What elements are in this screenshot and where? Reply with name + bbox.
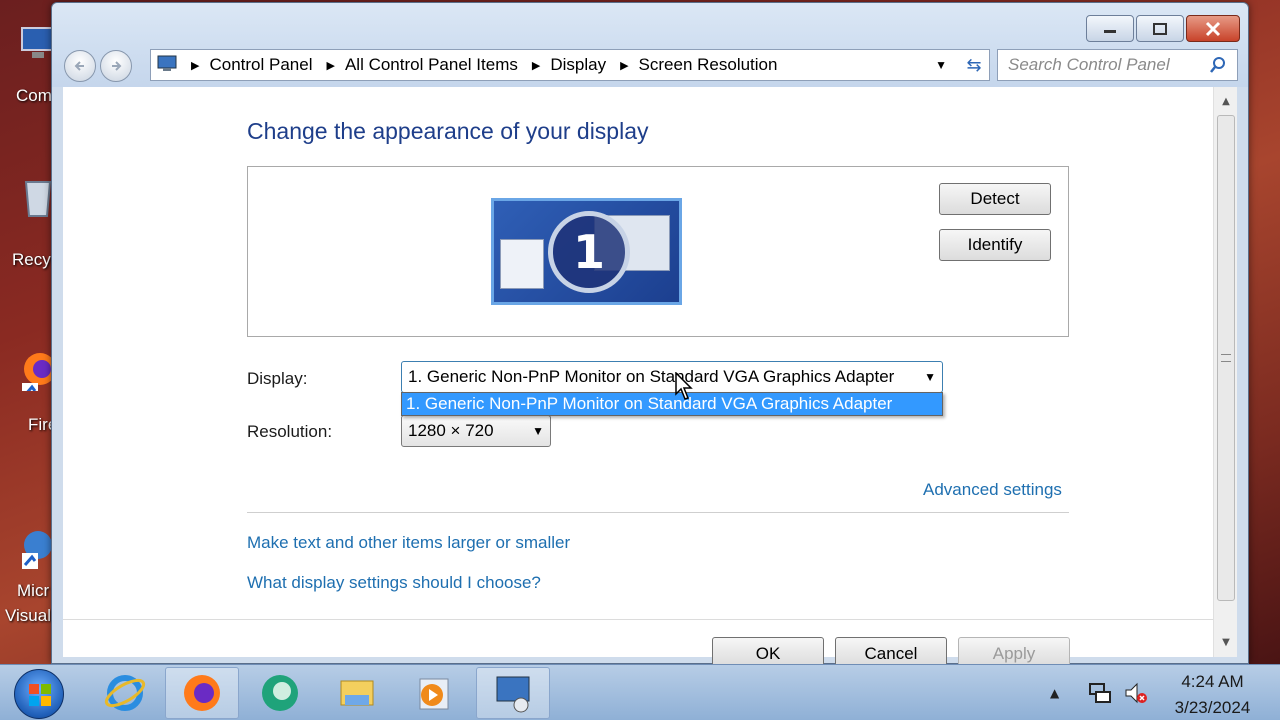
content-pane: Change the appearance of your display 1 … (63, 87, 1213, 667)
screen-resolution-window: ▶ Control Panel ▶ All Control Panel Items … (51, 2, 1249, 667)
desktop-icon-label: Micr (17, 581, 50, 600)
minimize-button[interactable] (1086, 15, 1134, 42)
cancel-button[interactable]: Cancel (835, 637, 947, 667)
network-icon (1089, 683, 1111, 703)
vertical-scrollbar[interactable]: ▲ ▼ (1213, 87, 1237, 657)
scroll-down-icon[interactable]: ▼ (1214, 630, 1238, 654)
start-button[interactable] (14, 669, 64, 719)
volume-muted-icon (1125, 682, 1147, 704)
desktop-icon-label: Com (16, 86, 52, 105)
taskbar-firefox[interactable] (165, 667, 239, 719)
taskbar-internet-explorer[interactable] (88, 667, 162, 719)
edge-icon (262, 675, 298, 711)
monitor-preview-panel: 1 Detect Identify (247, 166, 1069, 337)
show-hidden-icons-button[interactable]: ▲ (1050, 665, 1059, 720)
taskbar: ▲ 4:24 AM 3/23/2024 (0, 664, 1280, 720)
chevron-down-icon: ▼ (924, 370, 936, 384)
address-dropdown-icon[interactable]: ▼ (935, 58, 947, 72)
detect-button[interactable]: Detect (939, 183, 1051, 215)
chevron-up-icon: ▲ (1050, 686, 1060, 700)
breadcrumb-item-all-items[interactable]: ▶ All Control Panel Items (312, 55, 517, 75)
windows-logo-icon (29, 684, 51, 706)
scroll-thumb[interactable] (1217, 115, 1235, 601)
grip-icon (1221, 354, 1231, 362)
internet-explorer-icon (104, 675, 146, 711)
taskbar-edge[interactable] (243, 667, 317, 719)
volume-tray-button[interactable] (1124, 665, 1148, 720)
breadcrumb-item-screen-resolution[interactable]: ▶ Screen Resolution (606, 55, 777, 75)
minimize-icon (1104, 29, 1116, 33)
clock-time: 4:24 AM (1181, 672, 1244, 691)
breadcrumb-arrow-icon: ▶ (620, 59, 629, 72)
chevron-down-icon: ▼ (532, 424, 544, 438)
display-select[interactable]: 1. Generic Non-PnP Monitor on Standard V… (401, 361, 943, 393)
taskbar-media-player[interactable] (397, 667, 471, 719)
ok-button[interactable]: OK (712, 637, 824, 667)
refresh-button[interactable]: ⇆ (958, 50, 990, 80)
divider (63, 619, 1213, 620)
display-help-link[interactable]: What display settings should I choose? (247, 573, 541, 593)
desktop-icon-label: Recy (12, 250, 51, 269)
identify-button[interactable]: Identify (939, 229, 1051, 261)
back-button[interactable] (64, 50, 96, 82)
back-arrow-icon (74, 61, 84, 71)
display-option[interactable]: 1. Generic Non-PnP Monitor on Standard V… (402, 393, 942, 415)
breadcrumb-item-control-panel[interactable]: ▶ Control Panel (177, 55, 312, 75)
display-label: Display: (247, 369, 308, 388)
close-button[interactable] (1186, 15, 1240, 42)
maximize-button[interactable] (1136, 15, 1184, 42)
monitor-window-graphic (500, 239, 544, 289)
apply-button[interactable]: Apply (958, 637, 1070, 667)
taskbar-file-explorer[interactable] (320, 667, 394, 719)
system-clock[interactable]: 4:24 AM 3/23/2024 (1160, 669, 1265, 720)
desktop-icon-label-line2: Visual (5, 606, 51, 625)
close-icon (1205, 21, 1221, 36)
monitor-number: 1 (548, 211, 630, 293)
clock-date: 3/23/2024 (1174, 698, 1251, 717)
breadcrumb-arrow-icon: ▶ (531, 59, 541, 72)
resolution-label: Resolution: (247, 422, 333, 441)
page-title: Change the appearance of your display (247, 118, 649, 144)
mouse-cursor-icon (675, 372, 693, 400)
advanced-settings-link[interactable]: Advanced settings (923, 480, 1062, 500)
refresh-icon: ⇆ (966, 54, 982, 76)
media-player-icon (419, 678, 449, 710)
forward-arrow-icon (112, 61, 122, 71)
address-bar[interactable]: ▶ Control Panel ▶ All Control Panel Items … (150, 49, 990, 81)
text-size-link[interactable]: Make text and other items larger or smal… (247, 533, 570, 553)
control-panel-icon (496, 676, 530, 713)
monitor-1-thumbnail[interactable]: 1 (491, 198, 682, 305)
control-panel-icon (157, 54, 177, 77)
taskbar-control-panel[interactable] (476, 667, 550, 719)
search-input[interactable]: Search Control Panel (997, 49, 1238, 81)
divider (247, 512, 1069, 513)
breadcrumb-arrow-icon: ▶ (326, 59, 335, 72)
forward-button[interactable] (100, 50, 132, 82)
file-explorer-icon (340, 680, 374, 706)
scroll-up-icon[interactable]: ▲ (1214, 89, 1238, 113)
display-dropdown-list: 1. Generic Non-PnP Monitor on Standard V… (401, 392, 943, 416)
search-icon (1210, 57, 1225, 73)
network-tray-button[interactable] (1088, 665, 1112, 720)
firefox-icon (184, 675, 220, 711)
maximize-icon (1153, 22, 1167, 35)
breadcrumb-item-display[interactable]: ▶ Display (518, 55, 606, 75)
breadcrumb-arrow-icon: ▶ (191, 59, 200, 72)
resolution-select[interactable]: 1280 × 720 ▼ (401, 415, 551, 447)
